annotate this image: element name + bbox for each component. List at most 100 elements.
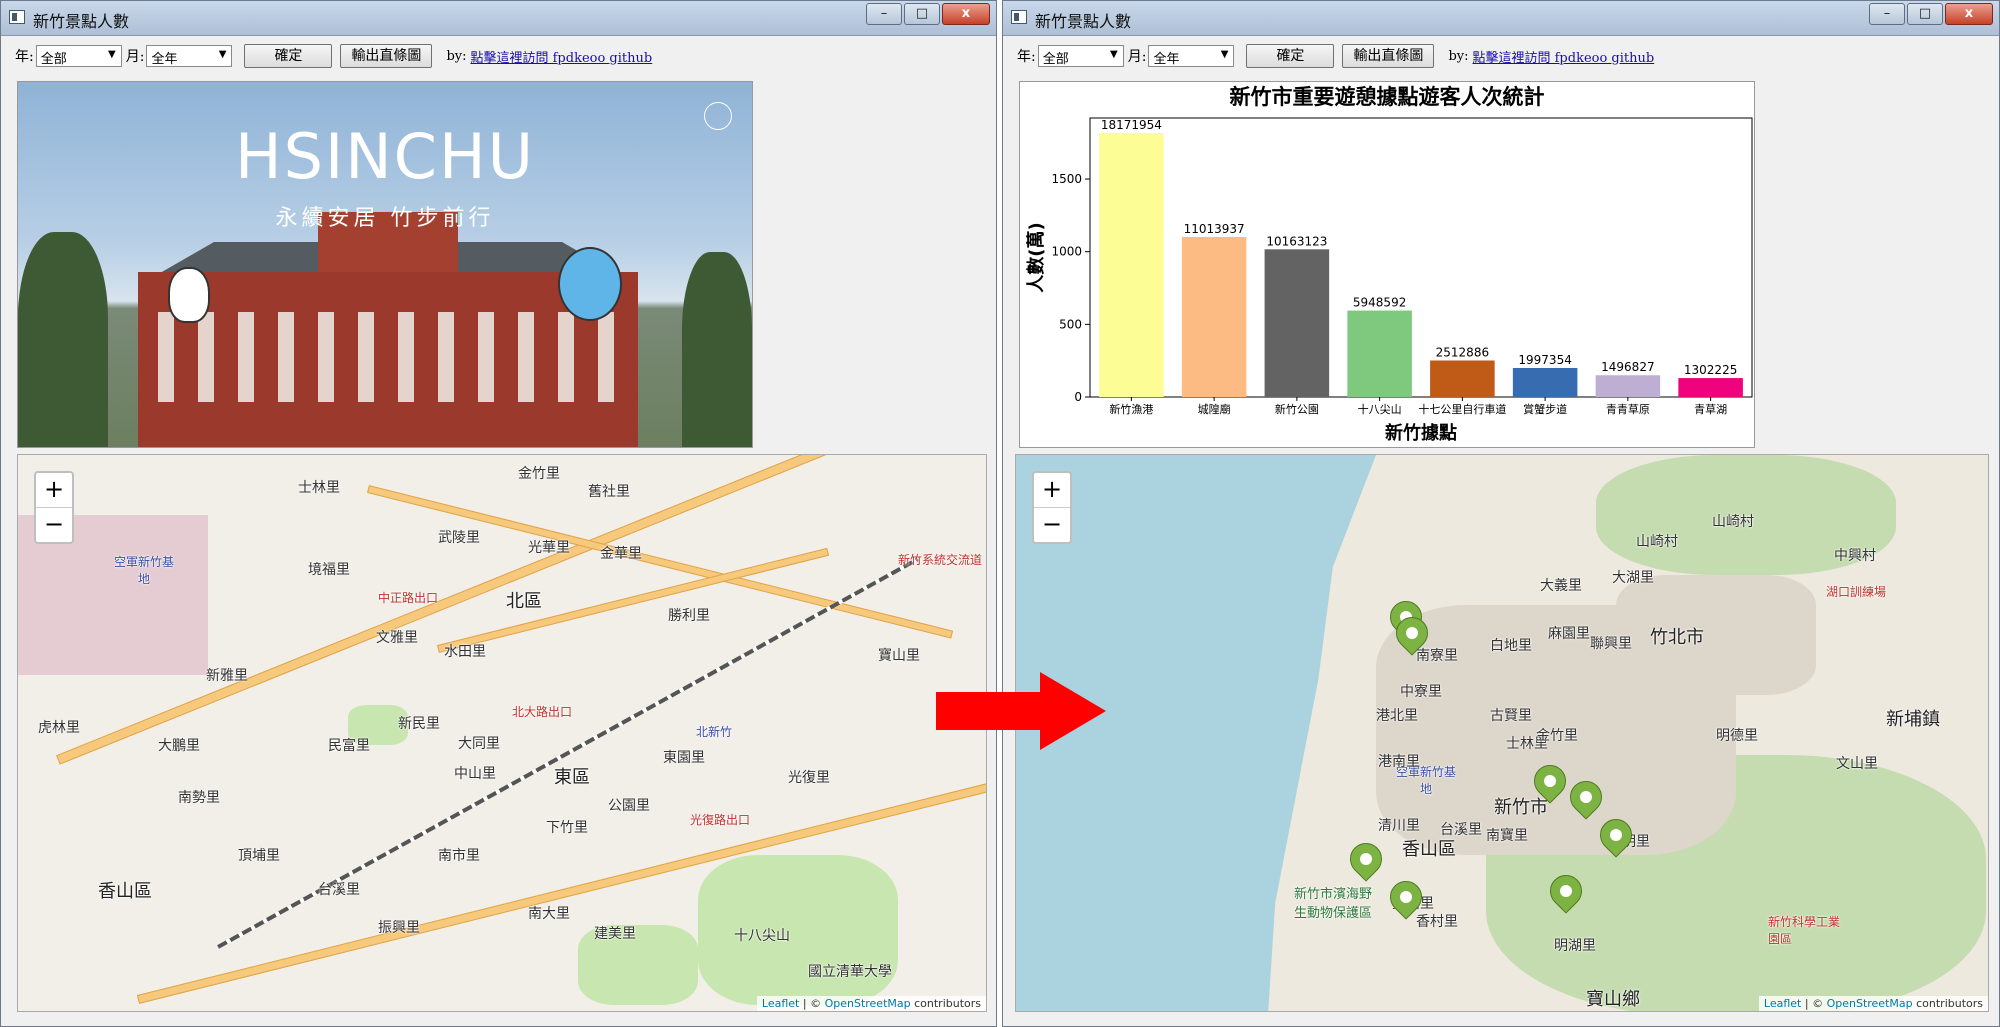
app-window-icon — [1011, 10, 1027, 24]
year-select[interactable]: 全部 ▼ — [35, 45, 122, 67]
y-axis-label: 人數(萬) — [1026, 222, 1047, 292]
bar-value-label: 18171954 — [1101, 118, 1162, 132]
bar — [1512, 367, 1578, 397]
bar-value-label: 5948592 — [1353, 296, 1406, 310]
x-tick-label: 新竹漁港 — [1109, 402, 1153, 416]
tree-decoration — [682, 252, 752, 447]
bar — [1264, 249, 1330, 397]
location-marker-icon[interactable] — [1343, 836, 1389, 882]
map-label: 古賢里 — [1490, 708, 1532, 724]
month-select[interactable]: 全年 ▼ — [1148, 45, 1235, 67]
osm-link[interactable]: OpenStreetMap — [825, 997, 911, 1010]
chart-title: 新竹市重要遊憩據點遊客人次統計 — [1230, 85, 1545, 109]
map-label-exit: 北大路出口 — [512, 705, 573, 719]
map-zoom-control: + − — [1032, 471, 1072, 544]
confirm-button[interactable]: 確定 — [1246, 44, 1335, 68]
map-label-district: 香山區 — [98, 881, 152, 902]
left-title-bar[interactable]: 新竹景點人數 – □ x — [1, 1, 996, 36]
year-select[interactable]: 全部 ▼ — [1037, 45, 1124, 67]
minimize-button[interactable]: – — [866, 3, 902, 25]
visitor-bar-chart: 新竹市重要遊憩據點遊客人次統計 0 500 1000 1500 18171954 新竹漁港 1… — [1019, 81, 1755, 448]
bar — [1181, 236, 1247, 397]
map-label: 境福里 — [308, 562, 350, 578]
map-attribution: Leaflet | © OpenStreetMap contributors — [756, 996, 986, 1011]
right-title-bar[interactable]: 新竹景點人數 – □ x — [1003, 1, 1999, 36]
osm-link[interactable]: OpenStreetMap — [1827, 997, 1913, 1010]
bar — [1347, 310, 1412, 397]
map-label-station: 北新竹 — [696, 725, 733, 739]
year-label: 年: — [15, 49, 34, 65]
map-label: 中寮里 — [1400, 684, 1442, 700]
map-label: 武陵里 — [438, 530, 480, 546]
map-label: 麻園里 — [1548, 626, 1590, 642]
map-label: 中興村 — [1834, 548, 1876, 564]
attribution-text: contributors — [1912, 997, 1983, 1010]
map-label: 金竹里 — [1536, 728, 1578, 744]
map-label-interchange: 新竹系統交流道 — [898, 553, 983, 567]
building-windows — [158, 312, 618, 402]
zoom-out-button[interactable]: − — [1034, 507, 1070, 542]
chevron-down-icon: ▼ — [108, 49, 116, 60]
window-title: 新竹景點人數 — [33, 12, 130, 31]
map-attribution: Leaflet | © OpenStreetMap contributors — [1758, 996, 1988, 1011]
map-label: 南寮里 — [1416, 648, 1458, 664]
leaflet-link[interactable]: Leaflet — [762, 997, 799, 1010]
map-label: 頂埔里 — [238, 848, 280, 864]
map-label: 白地里 — [1490, 638, 1532, 654]
map-label: 虎林里 — [38, 720, 80, 736]
map-label: 金華里 — [600, 546, 642, 562]
x-tick-label: 青草湖 — [1694, 403, 1727, 416]
bar-value-label: 10163123 — [1266, 234, 1327, 248]
map-label: 寶山里 — [878, 648, 920, 664]
export-chart-button[interactable]: 輸出直條圖 — [340, 44, 433, 68]
map-label: 大鵬里 — [158, 738, 200, 754]
right-window: 新竹景點人數 – □ x 年: 全部 ▼ 月: 全年 ▼ 確定 輸出直條圖 by… — [1002, 0, 2000, 1027]
y-tick-label: 500 — [1059, 317, 1082, 331]
export-chart-button[interactable]: 輸出直條圖 — [1342, 44, 1435, 68]
map-label: 新雅里 — [206, 668, 248, 684]
map-label-town: 新埔鎮 — [1886, 709, 1940, 730]
road — [367, 485, 954, 639]
month-select[interactable]: 全年 ▼ — [146, 45, 233, 67]
month-label: 月: — [1127, 49, 1147, 65]
zoom-in-button[interactable]: + — [36, 473, 72, 507]
zoom-out-button[interactable]: − — [36, 507, 72, 542]
bar-value-label: 1302225 — [1684, 363, 1737, 377]
attribution-text: contributors — [910, 997, 981, 1010]
map-label-exit: 中正路出口 — [378, 591, 439, 605]
map-label: 南市里 — [438, 848, 480, 864]
bar-value-label: 1997354 — [1518, 353, 1571, 367]
x-tick-label: 賞蟹步道 — [1523, 402, 1567, 416]
map-label: 下竹里 — [546, 820, 588, 836]
minimize-button[interactable]: – — [1869, 3, 1905, 25]
close-button[interactable]: x — [942, 3, 990, 25]
chart-svg: 新竹市重要遊憩據點遊客人次統計 0 500 1000 1500 18171954 新竹漁港 1… — [1026, 85, 1753, 444]
maximize-button[interactable]: □ — [1907, 3, 1943, 25]
bar — [1430, 360, 1495, 397]
map-label: 大同里 — [458, 736, 500, 752]
github-link[interactable]: 點擊這裡訪問 fpdkeoo github — [1472, 47, 1654, 66]
x-tick-label: 新竹公園 — [1275, 402, 1319, 416]
map-label: 舊社里 — [588, 484, 630, 500]
close-button[interactable]: x — [1945, 3, 1993, 25]
map-label: 大湖里 — [1612, 570, 1654, 586]
region-map[interactable]: 竹北市 新埔鎮 寶山鄉 香山區 新竹市 空軍新竹基地 湖口訓練場 南寮里 大義里… — [1015, 454, 1989, 1012]
map-label: 中山里 — [454, 766, 496, 782]
confirm-button[interactable]: 確定 — [244, 44, 333, 68]
map-label-airbase: 空軍新竹基地 — [114, 555, 175, 586]
maximize-button[interactable]: □ — [904, 3, 940, 25]
window-title: 新竹景點人數 — [1035, 12, 1132, 31]
github-link[interactable]: 點擊這裡訪問 fpdkeoo github — [470, 47, 652, 66]
map-label: 聯興里 — [1590, 636, 1632, 652]
bar-value-label: 1496827 — [1601, 360, 1654, 374]
attribution-separator: | © — [799, 997, 825, 1010]
city-map[interactable]: 北區 東區 香山區 空軍新竹基地 士林里 金竹里 舊社里 境福里 武陵里 光華里… — [17, 454, 987, 1012]
map-label-district: 北區 — [506, 591, 542, 612]
map-label: 南寶里 — [1486, 828, 1528, 844]
map-label: 港南里 — [1378, 754, 1420, 770]
attribution-separator: | © — [1801, 997, 1827, 1010]
leaflet-link[interactable]: Leaflet — [1764, 997, 1801, 1010]
zoom-in-button[interactable]: + — [1034, 473, 1070, 507]
mascot-bamboo-icon — [168, 267, 210, 323]
month-select-value: 全年 — [1153, 52, 1180, 67]
